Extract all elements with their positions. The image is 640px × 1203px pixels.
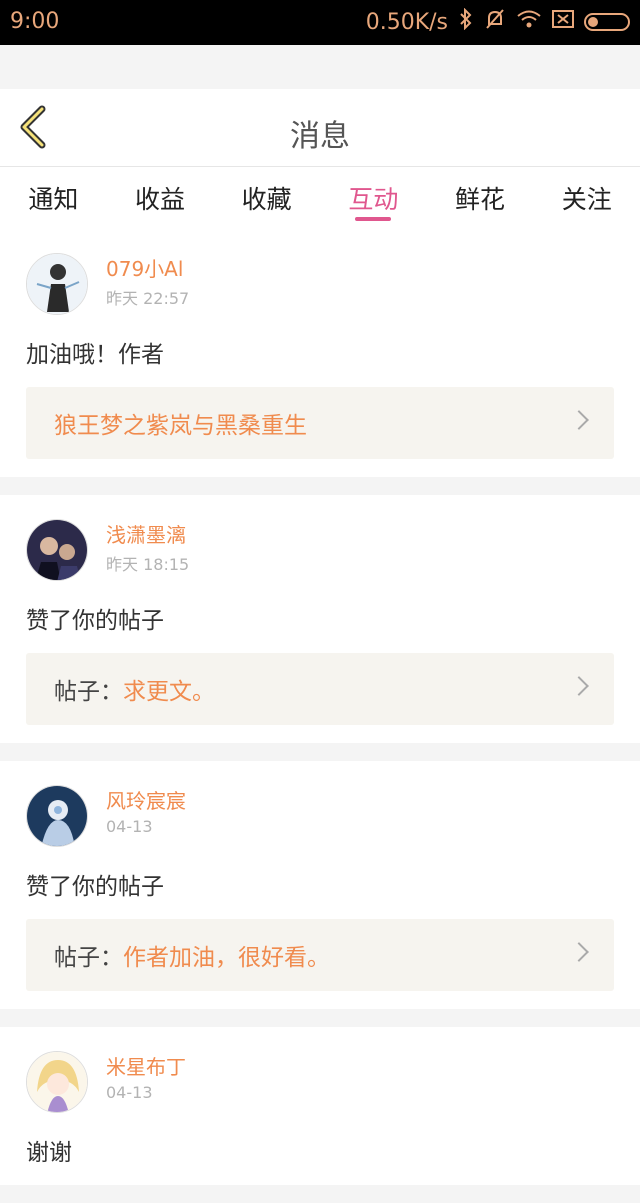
message-meta: 079小Al 昨天 22:57 — [106, 253, 189, 309]
tab-favorites[interactable]: 收藏 — [213, 167, 320, 229]
message-text: 加油哦！作者 — [26, 342, 164, 368]
message-meta: 风玲宸宸 04-13 — [106, 785, 186, 836]
referenced-post[interactable]: 帖子： 作者加油，很好看。 — [26, 919, 614, 991]
timestamp: 04-13 — [106, 1083, 153, 1102]
username[interactable]: 浅潇墨漓 — [106, 522, 189, 548]
username[interactable]: 米星布丁 — [106, 1054, 186, 1080]
tab-label: 互动 — [348, 185, 399, 214]
timestamp: 04-13 — [106, 817, 153, 836]
message-text: 赞了你的帖子 — [26, 874, 164, 900]
referenced-item[interactable]: 狼王梦之紫岚与黑桑重生 — [26, 387, 614, 459]
username[interactable]: 079小Al — [106, 256, 189, 282]
sim-icon — [552, 9, 574, 35]
ref-title: 作者加油，很好看。 — [123, 945, 330, 971]
message-card: 风玲宸宸 04-13 赞了你的帖子 帖子： 作者加油，很好看。 — [0, 761, 640, 1009]
tab-bar: 通知 收益 收藏 互动 鲜花 关注 — [0, 167, 640, 229]
bluetooth-icon — [458, 7, 474, 36]
tab-flowers[interactable]: 鲜花 — [427, 167, 534, 229]
timestamp: 昨天 18:15 — [106, 555, 190, 574]
status-time: 9:00 — [10, 9, 60, 34]
tab-label: 鲜花 — [455, 185, 506, 214]
avatar[interactable] — [26, 1051, 88, 1113]
message-header: 浅潇墨漓 昨天 18:15 — [26, 519, 614, 583]
message-list: 079小Al 昨天 22:57 加油哦！作者 狼王梦之紫岚与黑桑重生 浅潇墨漓 … — [0, 229, 640, 1203]
tab-label: 收益 — [135, 185, 186, 214]
tab-label: 通知 — [28, 185, 79, 214]
battery-icon — [584, 13, 630, 31]
message-meta: 浅潇墨漓 昨天 18:15 — [106, 519, 189, 575]
status-icons: 0.50K/s — [365, 7, 630, 36]
referenced-post[interactable]: 帖子： 求更文。 — [26, 653, 614, 725]
ref-title: 求更文。 — [123, 679, 215, 705]
avatar[interactable] — [26, 253, 88, 315]
message-card: 浅潇墨漓 昨天 18:15 赞了你的帖子 帖子： 求更文。 — [0, 495, 640, 743]
message-card: 米星布丁 04-13 谢谢 — [0, 1027, 640, 1185]
message-header: 079小Al 昨天 22:57 — [26, 253, 614, 317]
avatar[interactable] — [26, 785, 88, 847]
timestamp: 昨天 22:57 — [106, 289, 190, 308]
tab-label: 关注 — [561, 185, 612, 214]
avatar[interactable] — [26, 519, 88, 581]
net-speed: 0.50K/s — [365, 9, 448, 35]
tab-follow[interactable]: 关注 — [533, 167, 640, 229]
ref-prefix: 帖子： — [54, 945, 123, 971]
message-text: 谢谢 — [26, 1140, 72, 1166]
mute-icon — [484, 8, 506, 36]
ref-title: 狼王梦之紫岚与黑桑重生 — [54, 413, 307, 439]
ref-prefix: 帖子： — [54, 679, 123, 705]
chevron-right-icon — [569, 676, 589, 696]
status-bar: 9:00 0.50K/s — [0, 0, 640, 45]
tab-notice[interactable]: 通知 — [0, 167, 107, 229]
message-meta: 米星布丁 04-13 — [106, 1051, 186, 1102]
message-header: 米星布丁 04-13 — [26, 1051, 614, 1115]
header-bar: 消息 — [0, 89, 640, 167]
message-text: 赞了你的帖子 — [26, 608, 164, 634]
message-card: 079小Al 昨天 22:57 加油哦！作者 狼王梦之紫岚与黑桑重生 — [0, 229, 640, 477]
chevron-right-icon — [569, 942, 589, 962]
tab-label: 收藏 — [241, 185, 292, 214]
message-header: 风玲宸宸 04-13 — [26, 785, 614, 849]
tab-active-indicator — [355, 217, 392, 221]
tab-interaction[interactable]: 互动 — [320, 167, 427, 229]
page-title: 消息 — [290, 119, 350, 154]
tab-earnings[interactable]: 收益 — [107, 167, 214, 229]
wifi-icon — [516, 8, 542, 36]
username[interactable]: 风玲宸宸 — [106, 788, 186, 814]
status-gap — [0, 45, 640, 89]
chevron-right-icon — [569, 410, 589, 430]
